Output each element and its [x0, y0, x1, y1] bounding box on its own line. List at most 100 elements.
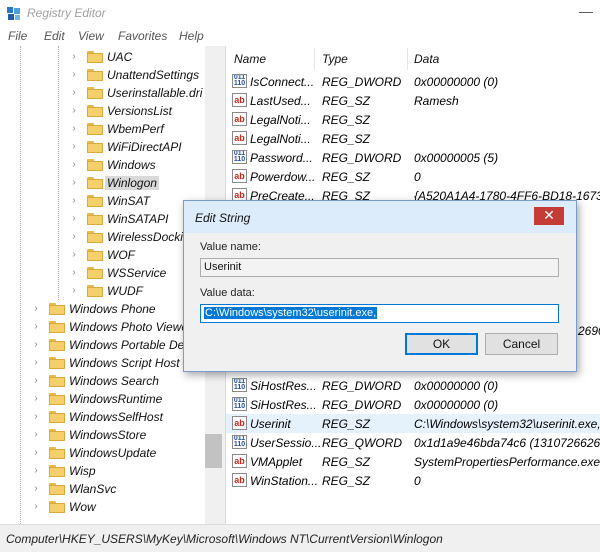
ok-button[interactable]: OK — [405, 333, 478, 355]
chevron-right-icon[interactable]: › — [69, 156, 79, 174]
menu-favorites[interactable]: Favorites — [118, 29, 167, 43]
value-row[interactable]: 011 110 SiHostRes... REG_DWORD 0x00000000 (0… — [226, 395, 600, 414]
folder-icon — [49, 447, 65, 459]
tree-item[interactable]: › Windows Search — [0, 372, 205, 390]
tree-item[interactable]: › WinSAT — [0, 192, 205, 210]
chevron-right-icon[interactable]: › — [69, 192, 79, 210]
value-row[interactable]: ab LegalNoti... REG_SZ — [226, 110, 600, 129]
chevron-right-icon[interactable]: › — [69, 102, 79, 120]
column-divider[interactable] — [314, 48, 315, 70]
tree-item-label: WlanSvc — [69, 482, 117, 496]
tree-item-label: WSService — [107, 266, 167, 280]
value-row[interactable]: 011 110 IsConnect... REG_DWORD 0x00000000 (0… — [226, 72, 600, 91]
column-header-data[interactable]: Data — [414, 52, 439, 66]
chevron-right-icon[interactable]: › — [31, 480, 41, 498]
tree-item[interactable]: › WindowsRuntime — [0, 390, 205, 408]
value-data-field[interactable]: C:\Windows\system32\userinit.exe, — [200, 304, 559, 323]
chevron-right-icon[interactable]: › — [31, 336, 41, 354]
value-row[interactable]: ab WinStation... REG_SZ 0 — [226, 471, 600, 490]
chevron-right-icon[interactable]: › — [69, 264, 79, 282]
tree-item-label: Wow — [69, 500, 96, 514]
value-type: REG_SZ — [322, 455, 371, 469]
column-header-name[interactable]: Name — [234, 52, 266, 66]
value-row[interactable]: ab VMApplet REG_SZ SystemPropertiesPerforma… — [226, 452, 600, 471]
tree-item[interactable]: › Winlogon — [0, 174, 205, 192]
tree-item[interactable]: › WlanSvc — [0, 480, 205, 498]
value-row[interactable]: ab Powerdow... REG_SZ 0 — [226, 167, 600, 186]
chevron-right-icon[interactable]: › — [31, 318, 41, 336]
folder-icon — [87, 231, 103, 243]
chevron-right-icon[interactable]: › — [69, 84, 79, 102]
menu-edit[interactable]: Edit — [44, 29, 65, 43]
tree-item[interactable]: › WirelessDocking — [0, 228, 205, 246]
tree-item[interactable]: › WinSATAPI — [0, 210, 205, 228]
column-header-type[interactable]: Type — [322, 52, 348, 66]
tree-item-label: WOF — [107, 248, 135, 262]
tree-item[interactable]: › Wow — [0, 498, 205, 516]
value-row[interactable]: ab Userinit REG_SZ C:\Windows\system32\user… — [226, 414, 600, 433]
chevron-right-icon[interactable]: › — [31, 462, 41, 480]
chevron-right-icon[interactable]: › — [69, 48, 79, 66]
value-row[interactable]: 011 110 SiHostRes... REG_DWORD 0x00000000 (0… — [226, 376, 600, 395]
tree-item-label: WindowsRuntime — [69, 392, 163, 406]
tree-item[interactable]: › Windows Phone — [0, 300, 205, 318]
menu-view[interactable]: View — [78, 29, 104, 43]
folder-icon — [87, 159, 103, 171]
chevron-right-icon[interactable]: › — [69, 138, 79, 156]
tree-item[interactable]: › UAC — [0, 48, 205, 66]
folder-icon — [49, 465, 65, 477]
value-type: REG_SZ — [322, 474, 371, 488]
cancel-button[interactable]: Cancel — [485, 333, 558, 355]
tree-item[interactable]: › WUDF — [0, 282, 205, 300]
chevron-right-icon[interactable]: › — [69, 282, 79, 300]
chevron-right-icon[interactable]: › — [69, 210, 79, 228]
tree-scrollbar-thumb[interactable] — [205, 434, 222, 468]
chevron-right-icon[interactable]: › — [31, 426, 41, 444]
chevron-right-icon[interactable]: › — [31, 300, 41, 318]
tree-item[interactable]: › WbemPerf — [0, 120, 205, 138]
folder-icon — [87, 285, 103, 297]
tree-item[interactable]: › WindowsUpdate — [0, 444, 205, 462]
menu-help[interactable]: Help — [179, 29, 204, 43]
chevron-right-icon[interactable]: › — [31, 408, 41, 426]
minimize-icon[interactable]: — — [572, 2, 600, 24]
tree-item-label: WiFiDirectAPI — [107, 140, 182, 154]
menu-file[interactable]: File — [8, 29, 27, 43]
chevron-right-icon[interactable]: › — [69, 66, 79, 84]
tree-item[interactable]: › WindowsSelfHost — [0, 408, 205, 426]
value-type: REG_DWORD — [322, 75, 402, 89]
chevron-right-icon[interactable]: › — [31, 372, 41, 390]
value-row[interactable]: 011 110 UserSessio... REG_QWORD 0x1d1a9e46bd… — [226, 433, 600, 452]
tree-item[interactable]: › UnattendSettings — [0, 66, 205, 84]
chevron-right-icon[interactable]: › — [69, 120, 79, 138]
string-value-icon: ab — [232, 112, 247, 126]
value-type: REG_DWORD — [322, 151, 402, 165]
folder-icon — [49, 375, 65, 387]
tree-item[interactable]: › Windows Portable De — [0, 336, 205, 354]
value-data: 0x00000000 (0) — [414, 379, 499, 393]
status-bar: Computer\HKEY_USERS\MyKey\Microsoft\Wind… — [0, 524, 600, 552]
chevron-right-icon[interactable]: › — [31, 498, 41, 516]
close-icon[interactable]: ✕ — [534, 207, 564, 225]
chevron-right-icon[interactable]: › — [31, 390, 41, 408]
value-row[interactable]: ab LastUsed... REG_SZ Ramesh — [226, 91, 600, 110]
tree-item[interactable]: › Windows Photo Viewer — [0, 318, 205, 336]
tree-item[interactable]: › Windows — [0, 156, 205, 174]
tree-item[interactable]: › Windows Script Host — [0, 354, 205, 372]
value-row[interactable]: 011 110 Password... REG_DWORD 0x00000005 (5) — [226, 148, 600, 167]
chevron-right-icon[interactable]: › — [69, 228, 79, 246]
tree-item[interactable]: › Userinstallable.dri — [0, 84, 205, 102]
column-divider[interactable] — [407, 48, 408, 70]
tree-item[interactable]: › WOF — [0, 246, 205, 264]
chevron-right-icon[interactable]: › — [69, 174, 79, 192]
value-row[interactable]: ab LegalNoti... REG_SZ — [226, 129, 600, 148]
tree-item-label: WindowsUpdate — [69, 446, 157, 460]
tree-item[interactable]: › WiFiDirectAPI — [0, 138, 205, 156]
chevron-right-icon[interactable]: › — [69, 246, 79, 264]
chevron-right-icon[interactable]: › — [31, 444, 41, 462]
chevron-right-icon[interactable]: › — [31, 354, 41, 372]
tree-item[interactable]: › WindowsStore — [0, 426, 205, 444]
tree-item[interactable]: › VersionsList — [0, 102, 205, 120]
tree-item[interactable]: › WSService — [0, 264, 205, 282]
tree-item[interactable]: › Wisp — [0, 462, 205, 480]
